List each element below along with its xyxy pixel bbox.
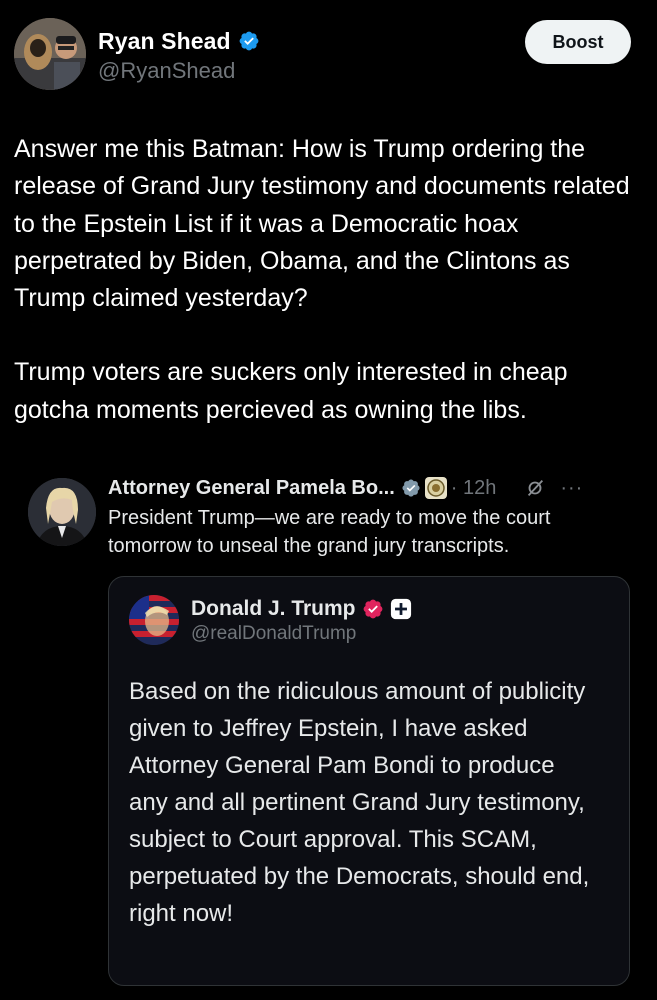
more-options-icon[interactable]: ··· [560, 477, 583, 500]
embedded-author-name[interactable]: Donald J. Trump [191, 597, 356, 621]
quoted-text: President Trump—we are ready to move the… [108, 507, 551, 557]
grok-icon[interactable] [524, 477, 546, 499]
boost-button[interactable]: Boost [525, 20, 631, 64]
author-name[interactable]: Ryan Shead [98, 28, 231, 55]
post-paragraph: Answer me this Batman: How is Trump orde… [14, 135, 630, 313]
affiliation-seal-icon[interactable] [424, 477, 447, 499]
post-text: Answer me this Batman: How is Trump orde… [14, 131, 644, 429]
quoted-avatar[interactable] [28, 478, 96, 546]
embedded-avatar[interactable] [129, 595, 179, 645]
verified-check-icon [402, 479, 420, 497]
embedded-author-handle[interactable]: @realDonaldTrump [191, 623, 412, 645]
post-paragraph: Trump voters are suckers only interested… [14, 358, 568, 424]
government-badge-icon [363, 599, 382, 619]
author-handle[interactable]: @RyanShead [98, 58, 260, 84]
quoted-author-name[interactable]: Attorney General Pamela Bo... [108, 477, 395, 500]
embedded-post[interactable]: Donald J. Trump @realDonaldTrump Based o… [108, 576, 630, 986]
author-avatar[interactable] [14, 18, 86, 90]
embedded-text: Based on the ridiculous amount of public… [129, 678, 590, 927]
plus-badge-icon [390, 598, 411, 620]
quoted-timestamp[interactable]: · 12h [451, 477, 497, 500]
post-header: Ryan Shead @RyanShead Boost [14, 18, 643, 92]
verified-check-icon [239, 31, 259, 51]
